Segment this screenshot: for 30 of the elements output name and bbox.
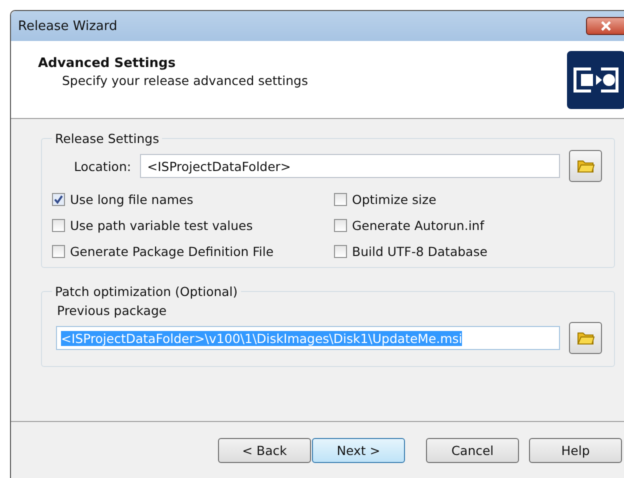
page-title: Advanced Settings	[38, 56, 177, 70]
browse-button[interactable]	[569, 322, 602, 354]
window-title: Release Wizard	[18, 18, 118, 34]
checkbox-label: Build UTF-8 Database	[352, 244, 488, 259]
browse-button[interactable]	[569, 150, 602, 182]
dialog-button[interactable]: < Back	[218, 438, 311, 462]
group-legend: Patch optimization (Optional)	[52, 284, 241, 299]
checkbox-label: Optimize size	[352, 192, 436, 207]
folder-icon	[576, 331, 594, 345]
folder-icon	[576, 159, 594, 173]
checkbox[interactable]	[52, 219, 65, 232]
location-label: Location:	[74, 158, 132, 174]
previous-package-label: Previous package	[57, 303, 168, 318]
checkbox[interactable]	[52, 193, 65, 206]
dialog-button[interactable]: Next >	[312, 438, 405, 462]
checkbox-label: Use long file names	[70, 192, 194, 207]
dialog-button[interactable]: Cancel	[426, 438, 519, 462]
close-icon	[599, 21, 613, 31]
checkbox-label: Use path variable test values	[70, 218, 253, 233]
location-field[interactable]: <ISProjectDataFolder>	[140, 154, 560, 178]
checkbox[interactable]	[334, 219, 347, 232]
dialog-button[interactable]: Help	[529, 438, 622, 462]
page-subtitle: Specify your release advanced settings	[61, 72, 309, 88]
group-legend: Release Settings	[52, 131, 162, 146]
checkbox[interactable]	[334, 245, 347, 258]
checkbox-label: Generate Package Definition File	[70, 244, 274, 259]
checkbox-label: Generate Autorun.inf	[352, 218, 484, 233]
close-button[interactable]	[586, 17, 624, 35]
checkbox[interactable]	[52, 245, 65, 258]
checkbox[interactable]	[334, 193, 347, 206]
